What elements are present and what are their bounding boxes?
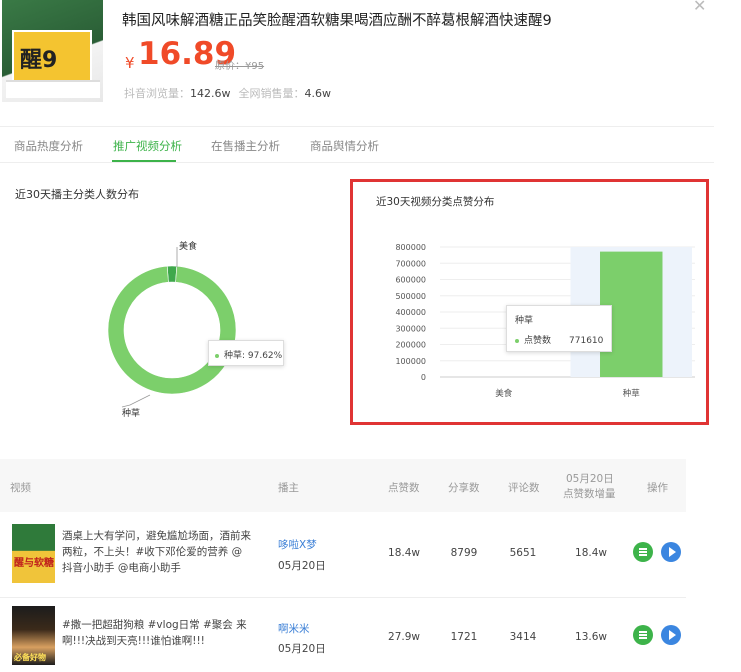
product-box: 醒9 (12, 30, 92, 82)
table-row[interactable]: 醒与软糖 酒桌上大有学问，避免尴尬场面，酒前来两粒，不上头！#收下邓伦爱的营养 … (0, 512, 686, 598)
price-currency: ¥ (125, 54, 135, 72)
video-thumbnail[interactable]: 必备好物 (12, 606, 55, 665)
donut-slice-grass[interactable] (107, 265, 237, 395)
close-icon[interactable]: ✕ (693, 0, 707, 14)
y-tick-label: 400000 (395, 308, 426, 317)
publish-date: 05月20日 (278, 560, 326, 572)
donut-tooltip-text: 种草: 97.62% (224, 351, 283, 361)
y-tick-label: 100000 (395, 357, 426, 366)
active-tab-underline (112, 160, 176, 162)
product-title: 韩国风味解酒糖正品笑脸醒酒软糖果喝酒应酬不醉葛根解酒快速醒9 (122, 13, 552, 29)
shares-count: 1721 (450, 631, 478, 643)
video-description[interactable]: 酒桌上大有学问，避免尴尬场面，酒前来两粒，不上头！#收下邓伦爱的营养 @抖音小助… (62, 528, 252, 576)
y-tick-label: 300000 (395, 324, 426, 333)
bar-tooltip-title: 种草 (515, 316, 534, 326)
play-icon[interactable] (661, 542, 681, 562)
tab-promo-video[interactable]: 推广视频分析 (113, 138, 182, 154)
th-shares[interactable]: 分享数 (448, 480, 480, 495)
th-daily-date[interactable]: 05月20日 (566, 471, 614, 486)
y-tick-label: 500000 (395, 292, 426, 301)
detail-list-icon[interactable] (633, 625, 653, 645)
video-thumb-text: 醒与软糖 (14, 558, 54, 569)
detail-list-icon[interactable] (633, 542, 653, 562)
y-tick-label: 600000 (395, 276, 426, 285)
y-tick-label: 800000 (395, 243, 426, 252)
table-row[interactable]: 必备好物 #撒一把超甜狗粮 #vlog日常 #聚会 来啊!!!决战到天亮!!!谁… (0, 598, 686, 672)
video-thumbnail[interactable]: 醒与软糖 (12, 524, 55, 583)
author-link[interactable]: 哆啦X梦 (278, 537, 317, 552)
left-chart-title: 近30天播主分类人数分布 (15, 188, 139, 201)
comments-count: 5651 (509, 547, 537, 559)
views-value: 142.6w (190, 87, 231, 100)
analysis-tabs: 商品热度分析 推广视频分析 在售播主分析 商品舆情分析 (0, 126, 714, 163)
tooltip-dot (215, 353, 219, 358)
product-image[interactable]: 醒9 (2, 0, 103, 102)
likes-count: 18.4w (388, 547, 420, 559)
video-table-header: 视频 播主 点赞数 分享数 评论数 05月20日 点赞数增量 操作 (0, 459, 686, 512)
th-likes[interactable]: 点赞数 (388, 480, 420, 495)
shares-count: 8799 (450, 547, 478, 559)
daily-increase: 18.4w (575, 547, 607, 559)
product-base (6, 80, 100, 98)
author-link[interactable]: 啊米米 (278, 621, 310, 636)
original-price: 原价：¥95 (215, 61, 265, 72)
comments-count: 3414 (509, 631, 537, 643)
x-tick-label: 美食 (495, 388, 513, 399)
daily-increase: 13.6w (575, 631, 607, 643)
y-tick-label: 700000 (395, 259, 426, 268)
donut-chart[interactable]: 美食 种草 (70, 235, 290, 425)
sales-value: 4.6w (304, 87, 332, 100)
play-icon[interactable] (661, 625, 681, 645)
th-author: 播主 (278, 482, 299, 494)
video-description[interactable]: #撒一把超甜狗粮 #vlog日常 #聚会 来啊!!!决战到天亮!!!谁怕谁啊!!… (62, 617, 252, 649)
product-box-label: 醒9 (20, 48, 58, 73)
th-video: 视频 (10, 482, 31, 494)
bar-tooltip-label: 点赞数 (524, 336, 552, 346)
y-tick-label: 200000 (395, 341, 426, 350)
publish-date: 05月20日 (278, 643, 326, 655)
donut-slices (107, 265, 237, 395)
bar-tooltip-dot (515, 338, 519, 343)
views-label: 抖音浏览量： (124, 87, 190, 100)
bar-tooltip-row: 点赞数 771610 (515, 333, 603, 346)
sales-label: 全网销售量： (238, 87, 305, 100)
likes-count: 27.9w (388, 631, 420, 643)
donut-slice-food[interactable] (166, 265, 178, 283)
video-thumb-text: 必备好物 (14, 653, 46, 662)
y-tick-label: 0 (421, 373, 426, 382)
bar-tooltip-value: 771610 (569, 336, 604, 346)
label-line-grass (121, 394, 151, 408)
tab-product-sentiment[interactable]: 商品舆情分析 (310, 138, 379, 154)
donut-label-food: 美食 (179, 240, 197, 252)
donut-label-grass: 种草 (122, 407, 140, 419)
th-comments[interactable]: 评论数 (508, 480, 540, 495)
tab-seller-anchor[interactable]: 在售播主分析 (211, 138, 280, 154)
th-ops: 操作 (647, 482, 668, 494)
th-daily-increase[interactable]: 点赞数增量 (563, 486, 616, 501)
bar-xticks: 美食 种草 (495, 388, 640, 399)
product-stats: 抖音浏览量：142.6w 全网销售量：4.6w (124, 85, 339, 101)
right-chart-title: 近30天视频分类点赞分布 (376, 196, 495, 208)
x-tick-label: 种草 (623, 388, 641, 399)
bar-tooltip: 种草 点赞数 771610 (506, 305, 612, 352)
tab-product-heat[interactable]: 商品热度分析 (14, 138, 83, 154)
bar-yticks: 800000 700000 600000 500000 400000 300000 2000… (395, 243, 426, 382)
donut-tooltip: 种草: 97.62% (208, 340, 284, 366)
